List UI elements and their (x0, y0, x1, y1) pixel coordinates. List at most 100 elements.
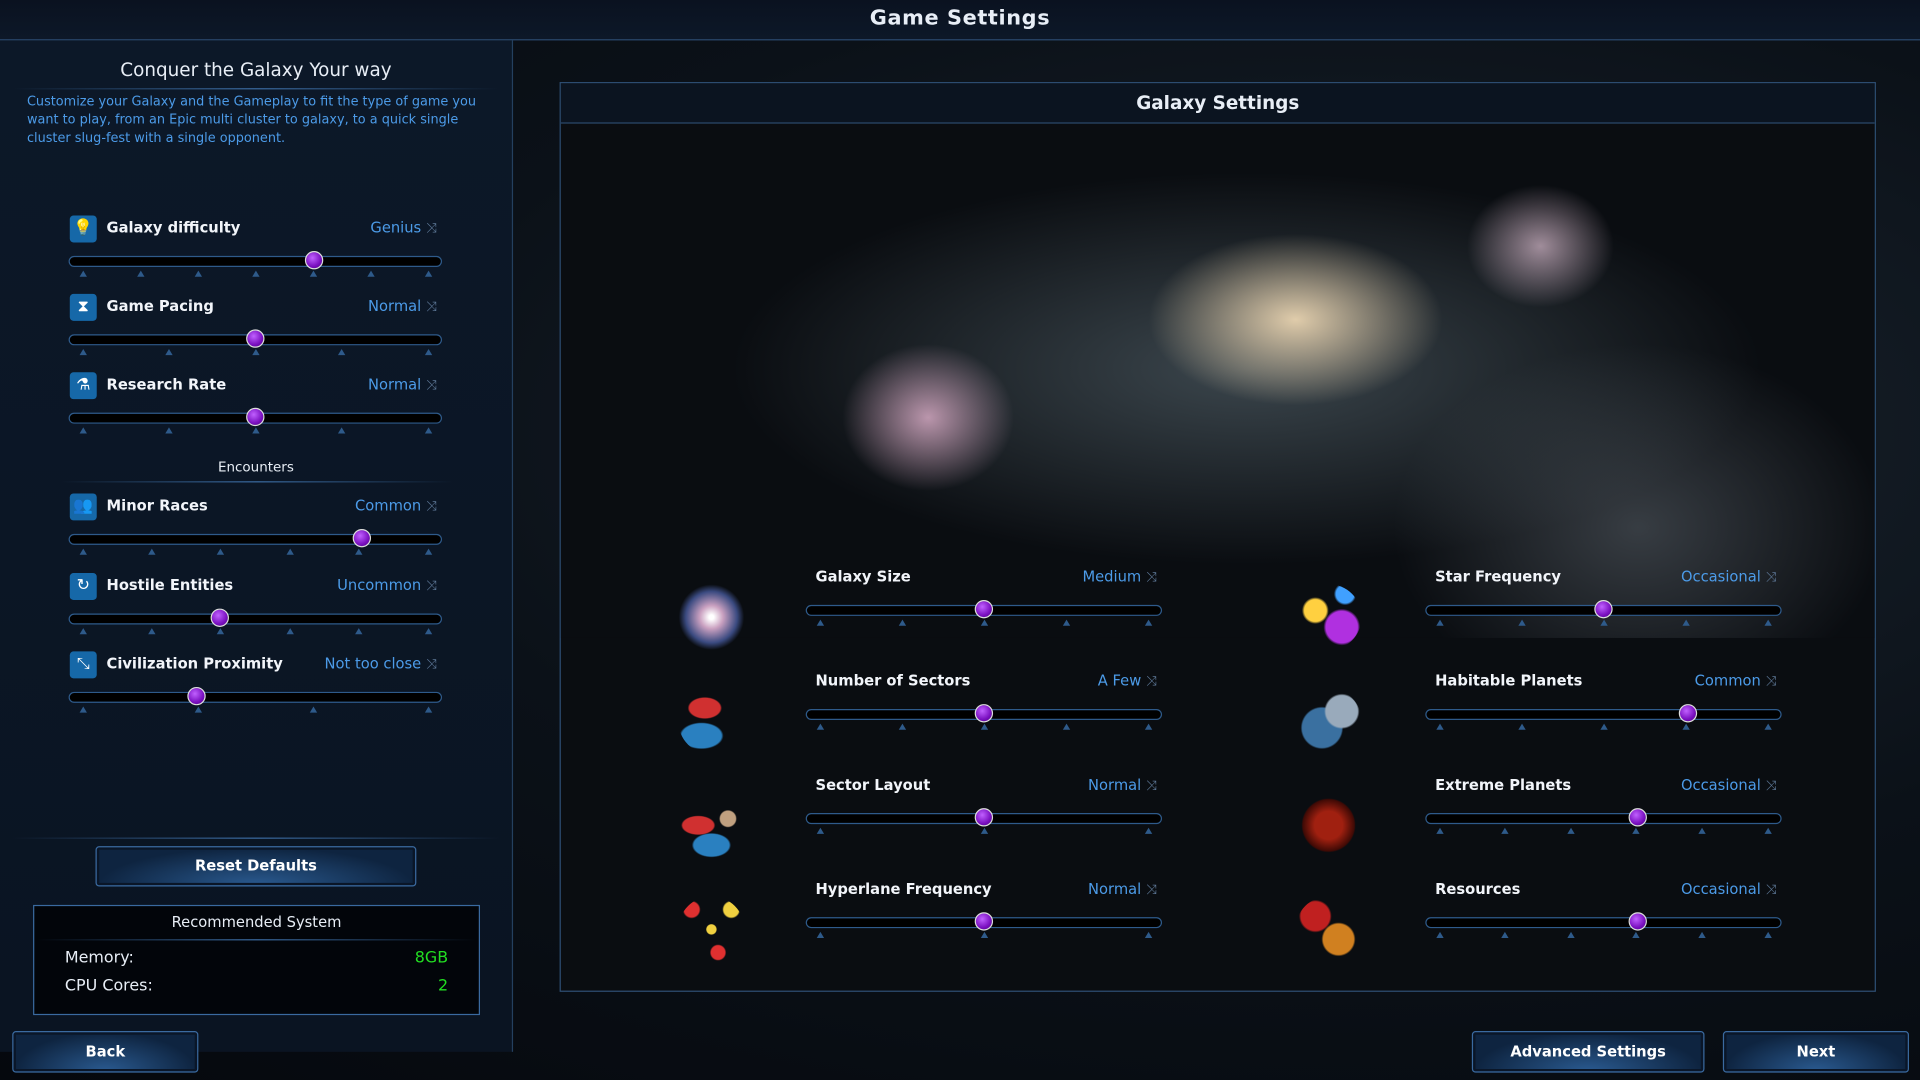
galaxy-setting-star-frequency-slider-thumb[interactable] (1594, 600, 1613, 619)
resources-icon (1295, 896, 1362, 963)
left-panel-heading: Conquer the Galaxy Your way (120, 58, 392, 81)
galaxy-setting-number-of-sectors-slider-thumb[interactable] (974, 704, 994, 723)
hyperlane-icon (678, 896, 745, 963)
slider-tick (78, 628, 87, 635)
shuffle-icon[interactable]: ⤨ (1766, 673, 1777, 690)
slider-tick (1566, 931, 1575, 938)
slider-tick (1435, 931, 1444, 938)
left-setting-minor-races-label: Minor Races (106, 497, 208, 515)
galaxy-setting-resources-label: Resources (1435, 880, 1521, 898)
slider-tick (78, 427, 87, 434)
galaxy-setting-hyperlane-frequency-value: Normal (1088, 880, 1142, 898)
shuffle-icon[interactable]: ⤨ (1146, 673, 1157, 690)
cpu-cores-value: 2 (438, 977, 449, 996)
slider-tick (1681, 619, 1690, 626)
sector-layout-icon (678, 792, 745, 859)
slider-tick (424, 270, 432, 277)
slider-tick (1062, 723, 1070, 730)
back-button[interactable]: Back (12, 1031, 199, 1073)
galaxy-setting-number-of-sectors-label: Number of Sectors (815, 672, 971, 690)
game-settings-screen: Game Settings Conquer the Galaxy Your wa… (0, 0, 1920, 1080)
galaxy-setting-hyperlane-frequency-slider-thumb[interactable] (974, 912, 994, 931)
galaxy-setting-galaxy-size-value: Medium (1082, 568, 1142, 586)
divider (12, 837, 500, 839)
left-setting-minor-races-slider-thumb[interactable] (352, 528, 372, 548)
left-setting-galaxy-difficulty-slider-track[interactable] (68, 255, 443, 267)
galaxy-setting-galaxy-size-slider-thumb[interactable] (974, 600, 994, 619)
left-setting-civilization-proximity-slider-track[interactable] (68, 691, 443, 703)
next-button[interactable]: Next (1722, 1031, 1909, 1073)
slider-tick (1698, 827, 1706, 834)
slider-tick (1144, 827, 1152, 834)
left-setting-minor-races-slider-track[interactable] (68, 533, 443, 545)
shuffle-icon[interactable]: ⤨ (1766, 778, 1777, 795)
advanced-settings-button[interactable]: Advanced Settings (1471, 1031, 1705, 1073)
shuffle-icon[interactable]: ⤨ (426, 220, 437, 237)
shuffle-icon[interactable]: ⤨ (426, 299, 437, 316)
shuffle-icon[interactable]: ⤨ (1766, 882, 1777, 899)
left-setting-research-rate-slider-thumb[interactable] (246, 407, 265, 427)
slider-tick (78, 548, 87, 555)
left-setting-hostile-entities-value: Uncommon (337, 576, 422, 594)
left-setting-minor-races-value: Common (355, 497, 422, 515)
slider-tick (424, 427, 432, 434)
galaxy-settings-panel: Galaxy Settings Galaxy Size Medium ⤨ Number… (559, 82, 1876, 992)
slider-tick (980, 931, 988, 938)
slider-tick (980, 827, 988, 834)
shuffle-icon[interactable]: ⤨ (1146, 778, 1157, 795)
divider (36, 939, 477, 941)
lightbulb-icon: 💡 (69, 215, 97, 243)
shuffle-icon[interactable]: ⤨ (1146, 882, 1157, 899)
cpu-cores-label: CPU Cores: (64, 977, 153, 996)
shuffle-icon[interactable]: ⤨ (426, 578, 437, 595)
galaxy-settings-heading: Galaxy Settings (560, 83, 1875, 124)
slider-tick (898, 619, 906, 626)
memory-value: 8GB (414, 948, 449, 968)
slider-tick (194, 706, 202, 713)
galaxy-setting-habitable-planets-value: Common (1694, 672, 1761, 690)
left-setting-civilization-proximity-label: Civilization Proximity (106, 655, 283, 673)
galaxy-setting-star-frequency-value: Occasional (1680, 568, 1761, 586)
slider-tick (424, 706, 432, 713)
galaxy-setting-habitable-planets-slider-thumb[interactable] (1678, 704, 1698, 723)
slider-tick (424, 628, 432, 635)
slider-tick (217, 628, 225, 635)
planets-icon (1295, 688, 1362, 755)
slider-tick (309, 706, 317, 713)
slider-tick (1698, 931, 1706, 938)
slider-tick (1763, 931, 1772, 938)
stars-icon (1295, 584, 1362, 651)
galaxy-setting-sector-layout-slider-thumb[interactable] (974, 808, 994, 827)
galaxy-setting-resources-slider-track[interactable] (1425, 917, 1782, 929)
slider-tick (1599, 723, 1608, 730)
shuffle-icon[interactable]: ⤨ (426, 498, 437, 515)
galaxy-setting-extreme-planets-slider-thumb[interactable] (1628, 808, 1647, 827)
galaxy-setting-habitable-planets-slider-track[interactable] (1425, 708, 1782, 721)
left-setting-research-rate-label: Research Rate (106, 375, 227, 394)
slider-tick (1144, 931, 1152, 938)
shuffle-icon[interactable]: ⤨ (426, 377, 437, 394)
slider-tick (1435, 827, 1444, 834)
left-setting-hostile-entities-slider-thumb[interactable] (210, 608, 229, 627)
left-setting-hostile-entities-slider-track[interactable] (68, 613, 443, 625)
galaxy-preview-image (560, 123, 1875, 638)
galaxy-setting-extreme-planets-slider-track[interactable] (1425, 813, 1782, 825)
slider-tick (1632, 931, 1640, 938)
left-setting-civilization-proximity-slider-thumb[interactable] (186, 686, 206, 706)
left-setting-hostile-entities-label: Hostile Entities (106, 576, 234, 594)
left-setting-galaxy-difficulty-value: Genius (370, 219, 422, 237)
galaxy-setting-hyperlane-frequency-label: Hyperlane Frequency (815, 880, 992, 898)
slider-tick (424, 348, 432, 356)
slider-tick (217, 548, 225, 555)
window-title: Game Settings (869, 6, 1051, 31)
shuffle-icon[interactable]: ⤨ (1766, 569, 1777, 586)
galaxy-setting-sector-layout-value: Normal (1088, 776, 1142, 794)
reset-defaults-button[interactable]: Reset Defaults (95, 846, 417, 887)
slider-tick (816, 931, 824, 938)
left-setting-game-pacing-slider-thumb[interactable] (246, 329, 265, 348)
memory-label: Memory: (64, 948, 134, 968)
galaxy-setting-resources-slider-thumb[interactable] (1628, 912, 1647, 931)
shuffle-icon[interactable]: ⤨ (1146, 569, 1157, 586)
slider-tick (1763, 827, 1772, 834)
shuffle-icon[interactable]: ⤨ (426, 656, 437, 673)
